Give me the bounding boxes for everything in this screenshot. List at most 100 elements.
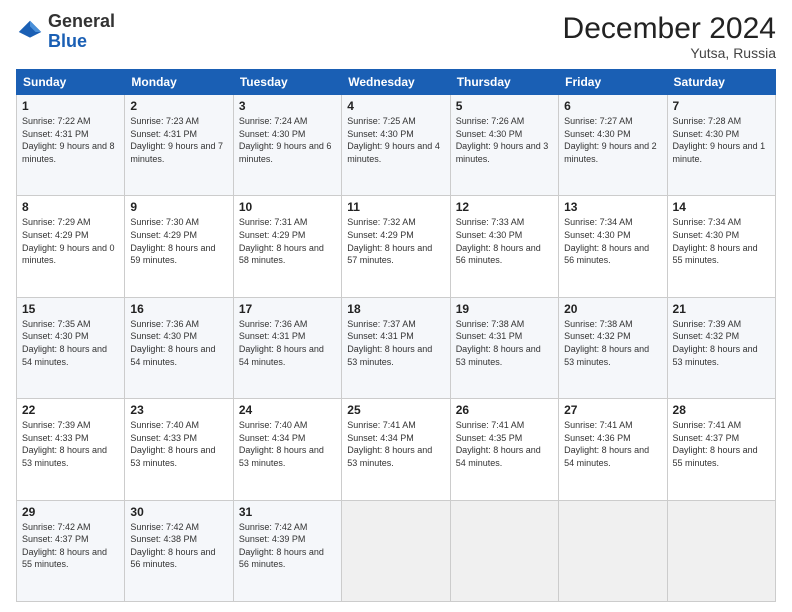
day-info: Sunrise: 7:41 AMSunset: 4:35 PMDaylight:… [456, 420, 541, 468]
day-cell: 3 Sunrise: 7:24 AMSunset: 4:30 PMDaylight… [233, 95, 341, 196]
day-cell: 26 Sunrise: 7:41 AMSunset: 4:35 PMDayligh… [450, 399, 558, 500]
day-info: Sunrise: 7:42 AMSunset: 4:38 PMDaylight:… [130, 522, 215, 570]
day-info: Sunrise: 7:38 AMSunset: 4:31 PMDaylight:… [456, 319, 541, 367]
day-info: Sunrise: 7:40 AMSunset: 4:33 PMDaylight:… [130, 420, 215, 468]
day-info: Sunrise: 7:41 AMSunset: 4:34 PMDaylight:… [347, 420, 432, 468]
col-header-friday: Friday [559, 70, 667, 95]
day-number: 14 [673, 200, 770, 214]
day-cell: 22 Sunrise: 7:39 AMSunset: 4:33 PMDayligh… [17, 399, 125, 500]
header-row: SundayMondayTuesdayWednesdayThursdayFrid… [17, 70, 776, 95]
day-info: Sunrise: 7:22 AMSunset: 4:31 PMDaylight:… [22, 116, 115, 164]
day-cell: 31 Sunrise: 7:42 AMSunset: 4:39 PMDayligh… [233, 500, 341, 601]
col-header-saturday: Saturday [667, 70, 775, 95]
day-cell: 7 Sunrise: 7:28 AMSunset: 4:30 PMDaylight… [667, 95, 775, 196]
day-number: 6 [564, 99, 661, 113]
day-number: 27 [564, 403, 661, 417]
col-header-sunday: Sunday [17, 70, 125, 95]
week-row-5: 29 Sunrise: 7:42 AMSunset: 4:37 PMDayligh… [17, 500, 776, 601]
col-header-thursday: Thursday [450, 70, 558, 95]
calendar-title: December 2024 [563, 12, 776, 45]
week-row-1: 1 Sunrise: 7:22 AMSunset: 4:31 PMDaylight… [17, 95, 776, 196]
week-row-4: 22 Sunrise: 7:39 AMSunset: 4:33 PMDayligh… [17, 399, 776, 500]
day-number: 9 [130, 200, 227, 214]
day-info: Sunrise: 7:31 AMSunset: 4:29 PMDaylight:… [239, 217, 324, 265]
day-number: 16 [130, 302, 227, 316]
col-header-wednesday: Wednesday [342, 70, 450, 95]
day-number: 29 [22, 505, 119, 519]
day-number: 1 [22, 99, 119, 113]
day-cell [450, 500, 558, 601]
day-cell: 2Sunrise: 7:23 AMSunset: 4:31 PMDaylight… [125, 95, 233, 196]
day-info: Sunrise: 7:39 AMSunset: 4:33 PMDaylight:… [22, 420, 107, 468]
logo: General Blue [16, 12, 115, 52]
col-header-monday: Monday [125, 70, 233, 95]
day-cell: 15 Sunrise: 7:35 AMSunset: 4:30 PMDayligh… [17, 297, 125, 398]
calendar-subtitle: Yutsa, Russia [563, 45, 776, 61]
day-info: Sunrise: 7:42 AMSunset: 4:39 PMDaylight:… [239, 522, 324, 570]
day-cell: 24Sunrise: 7:40 AMSunset: 4:34 PMDayligh… [233, 399, 341, 500]
day-number: 10 [239, 200, 336, 214]
calendar-table: SundayMondayTuesdayWednesdayThursdayFrid… [16, 69, 776, 602]
day-cell: 23 Sunrise: 7:40 AMSunset: 4:33 PMDayligh… [125, 399, 233, 500]
day-info: Sunrise: 7:37 AMSunset: 4:31 PMDaylight:… [347, 319, 432, 367]
day-number: 31 [239, 505, 336, 519]
day-cell: 8 Sunrise: 7:29 AMSunset: 4:29 PMDaylight… [17, 196, 125, 297]
day-info: Sunrise: 7:24 AMSunset: 4:30 PMDaylight:… [239, 116, 332, 164]
day-info: Sunrise: 7:36 AMSunset: 4:30 PMDaylight:… [130, 319, 215, 367]
day-number: 22 [22, 403, 119, 417]
day-info: Sunrise: 7:26 AMSunset: 4:30 PMDaylight:… [456, 116, 549, 164]
day-cell: 19 Sunrise: 7:38 AMSunset: 4:31 PMDayligh… [450, 297, 558, 398]
day-cell: 20 Sunrise: 7:38 AMSunset: 4:32 PMDayligh… [559, 297, 667, 398]
day-info: Sunrise: 7:35 AMSunset: 4:30 PMDaylight:… [22, 319, 107, 367]
day-cell: 11 Sunrise: 7:32 AMSunset: 4:29 PMDayligh… [342, 196, 450, 297]
day-info: Sunrise: 7:34 AMSunset: 4:30 PMDaylight:… [564, 217, 649, 265]
day-info: Sunrise: 7:28 AMSunset: 4:30 PMDaylight:… [673, 116, 766, 164]
day-cell: 10 Sunrise: 7:31 AMSunset: 4:29 PMDayligh… [233, 196, 341, 297]
logo-icon [16, 18, 44, 46]
day-number: 11 [347, 200, 444, 214]
day-number: 4 [347, 99, 444, 113]
day-number: 8 [22, 200, 119, 214]
day-cell: 29 Sunrise: 7:42 AMSunset: 4:37 PMDayligh… [17, 500, 125, 601]
day-info: Sunrise: 7:34 AMSunset: 4:30 PMDaylight:… [673, 217, 758, 265]
day-cell: 30 Sunrise: 7:42 AMSunset: 4:38 PMDayligh… [125, 500, 233, 601]
day-cell: 14 Sunrise: 7:34 AMSunset: 4:30 PMDayligh… [667, 196, 775, 297]
day-info: Sunrise: 7:38 AMSunset: 4:32 PMDaylight:… [564, 319, 649, 367]
day-cell [342, 500, 450, 601]
day-info: Sunrise: 7:40 AMSunset: 4:34 PMDaylight:… [239, 420, 324, 468]
day-cell: 28Sunrise: 7:41 AMSunset: 4:37 PMDayligh… [667, 399, 775, 500]
day-cell: 25 Sunrise: 7:41 AMSunset: 4:34 PMDayligh… [342, 399, 450, 500]
day-info: Sunrise: 7:25 AMSunset: 4:30 PMDaylight:… [347, 116, 440, 164]
day-cell: 21Sunrise: 7:39 AMSunset: 4:32 PMDayligh… [667, 297, 775, 398]
day-number: 12 [456, 200, 553, 214]
day-number: 15 [22, 302, 119, 316]
day-number: 5 [456, 99, 553, 113]
day-number: 13 [564, 200, 661, 214]
day-info: Sunrise: 7:33 AMSunset: 4:30 PMDaylight:… [456, 217, 541, 265]
col-header-tuesday: Tuesday [233, 70, 341, 95]
day-number: 30 [130, 505, 227, 519]
day-number: 3 [239, 99, 336, 113]
day-cell: 5 Sunrise: 7:26 AMSunset: 4:30 PMDaylight… [450, 95, 558, 196]
day-number: 7 [673, 99, 770, 113]
day-info: Sunrise: 7:29 AMSunset: 4:29 PMDaylight:… [22, 217, 115, 265]
day-cell: 9Sunrise: 7:30 AMSunset: 4:29 PMDaylight… [125, 196, 233, 297]
day-number: 19 [456, 302, 553, 316]
day-number: 26 [456, 403, 553, 417]
day-number: 2 [130, 99, 227, 113]
day-number: 18 [347, 302, 444, 316]
day-cell [559, 500, 667, 601]
day-number: 25 [347, 403, 444, 417]
day-number: 23 [130, 403, 227, 417]
day-number: 17 [239, 302, 336, 316]
day-info: Sunrise: 7:42 AMSunset: 4:37 PMDaylight:… [22, 522, 107, 570]
day-info: Sunrise: 7:32 AMSunset: 4:29 PMDaylight:… [347, 217, 432, 265]
day-cell: 18 Sunrise: 7:37 AMSunset: 4:31 PMDayligh… [342, 297, 450, 398]
day-cell: 13 Sunrise: 7:34 AMSunset: 4:30 PMDayligh… [559, 196, 667, 297]
day-cell: 12 Sunrise: 7:33 AMSunset: 4:30 PMDayligh… [450, 196, 558, 297]
day-number: 20 [564, 302, 661, 316]
day-info: Sunrise: 7:36 AMSunset: 4:31 PMDaylight:… [239, 319, 324, 367]
week-row-2: 8 Sunrise: 7:29 AMSunset: 4:29 PMDaylight… [17, 196, 776, 297]
day-info: Sunrise: 7:41 AMSunset: 4:37 PMDaylight:… [673, 420, 758, 468]
day-info: Sunrise: 7:39 AMSunset: 4:32 PMDaylight:… [673, 319, 758, 367]
